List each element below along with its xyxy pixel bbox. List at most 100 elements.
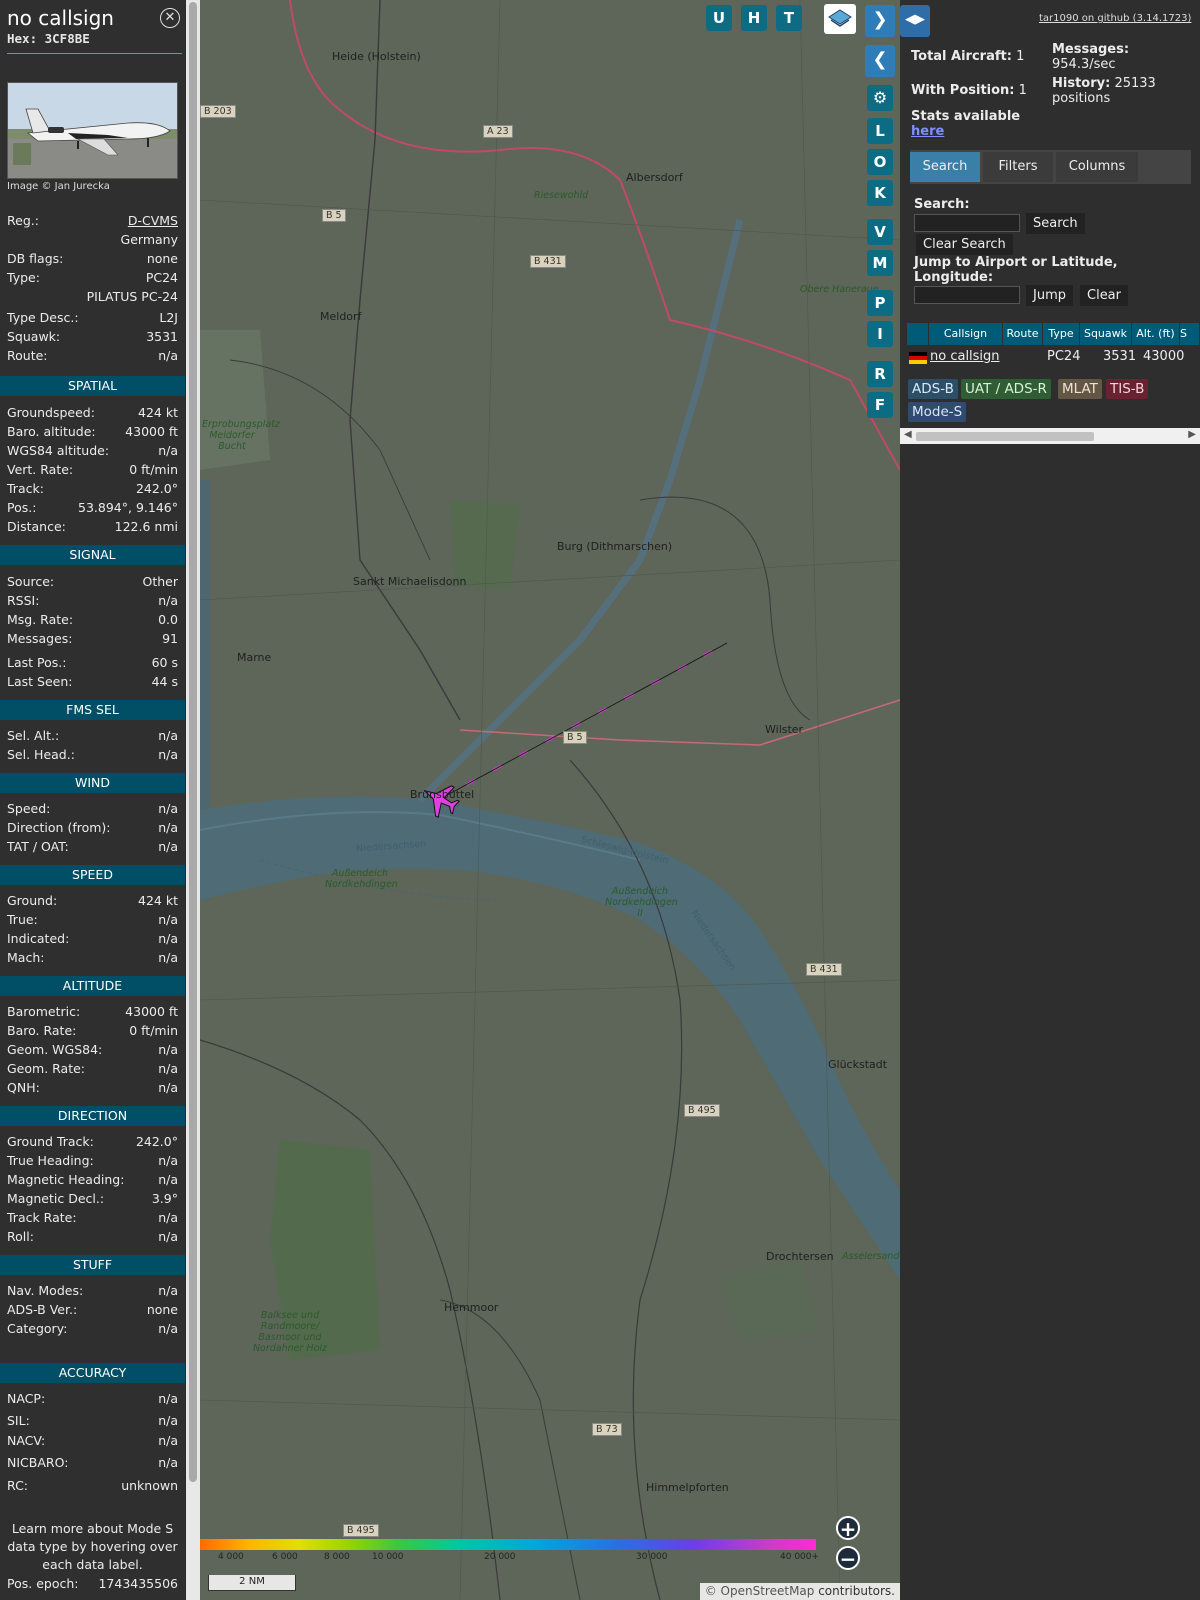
- data-label[interactable]: True:: [7, 911, 38, 929]
- data-label[interactable]: Source:: [7, 573, 54, 591]
- jump-button[interactable]: Jump: [1026, 285, 1073, 306]
- tab-search[interactable]: Search: [910, 152, 980, 182]
- registration-link[interactable]: D-CVMS: [128, 212, 178, 230]
- gear-icon[interactable]: ⚙: [867, 85, 893, 111]
- column-squawk[interactable]: Squawk: [1080, 323, 1132, 345]
- table-scrollbar-thumb[interactable]: [916, 432, 1094, 441]
- expand-sidebar-icon[interactable]: ◀▶: [900, 5, 930, 37]
- data-label[interactable]: Indicated:: [7, 930, 69, 948]
- data-label[interactable]: TAT / OAT:: [7, 838, 69, 856]
- zoom-out-button[interactable]: −: [836, 1546, 860, 1570]
- search-button[interactable]: Search: [1026, 213, 1085, 234]
- column-speed[interactable]: S: [1180, 323, 1200, 345]
- data-label[interactable]: Ground Track:: [7, 1133, 94, 1151]
- data-label[interactable]: Track Rate:: [7, 1209, 77, 1227]
- aircraft-photo[interactable]: [7, 82, 178, 179]
- data-label[interactable]: Distance:: [7, 518, 66, 536]
- tab-columns[interactable]: Columns: [1056, 152, 1138, 182]
- data-label[interactable]: Messages:: [7, 630, 73, 648]
- stats-available: Stats available here: [911, 109, 1020, 139]
- data-label[interactable]: Speed:: [7, 800, 50, 818]
- data-label[interactable]: Roll:: [7, 1228, 34, 1246]
- clear-search-button[interactable]: Clear Search: [916, 234, 1013, 255]
- osm-link[interactable]: © OpenStreetMap: [705, 1584, 815, 1598]
- toggle-m-button[interactable]: M: [867, 250, 893, 276]
- data-label[interactable]: NICBARO:: [7, 1454, 68, 1472]
- data-label[interactable]: Magnetic Decl.:: [7, 1190, 104, 1208]
- data-label[interactable]: Vert. Rate:: [7, 461, 73, 479]
- toggle-i-button[interactable]: I: [867, 321, 893, 347]
- data-label[interactable]: Geom. Rate:: [7, 1060, 85, 1078]
- data-label[interactable]: True Heading:: [7, 1152, 94, 1170]
- data-label[interactable]: QNH:: [7, 1079, 40, 1097]
- toggle-r-button[interactable]: R: [867, 361, 893, 387]
- column-callsign[interactable]: Callsign: [929, 323, 1003, 345]
- row-callsign[interactable]: no callsign: [930, 348, 1000, 366]
- tab-filters[interactable]: Filters: [983, 152, 1053, 182]
- data-label[interactable]: Last Pos.:: [7, 654, 66, 672]
- badge-tisb[interactable]: TIS-B: [1106, 379, 1149, 399]
- data-label[interactable]: Ground:: [7, 892, 57, 910]
- table-horizontal-scrollbar[interactable]: ◀ ▶: [900, 428, 1200, 444]
- chevron-right-icon[interactable]: ❯: [865, 5, 895, 37]
- toggle-k-button[interactable]: K: [867, 180, 893, 206]
- info-panel-scrollbar[interactable]: [186, 0, 200, 1600]
- data-label[interactable]: Baro. altitude:: [7, 423, 96, 441]
- column-altitude[interactable]: Alt. (ft): [1132, 323, 1180, 345]
- data-label[interactable]: Pos.:: [7, 499, 36, 517]
- zoom-in-button[interactable]: +: [836, 1516, 860, 1540]
- layers-button[interactable]: [824, 4, 856, 34]
- close-icon[interactable]: ✕: [160, 8, 180, 28]
- search-input[interactable]: [914, 214, 1020, 232]
- data-label[interactable]: Track:: [7, 480, 44, 498]
- chevron-left-icon[interactable]: ❮: [865, 45, 895, 77]
- info-panel-scrollbar-thumb[interactable]: [189, 2, 197, 1482]
- data-label[interactable]: SIL:: [7, 1412, 30, 1430]
- badge-uat[interactable]: UAT / ADS-R: [961, 379, 1051, 399]
- toggle-p-button[interactable]: P: [867, 290, 893, 316]
- scroll-left-icon[interactable]: ◀: [904, 429, 912, 440]
- data-label[interactable]: Mach:: [7, 949, 44, 967]
- toggle-u-button[interactable]: U: [706, 5, 732, 31]
- data-label[interactable]: Sel. Alt.:: [7, 727, 59, 745]
- toggle-f-button[interactable]: F: [867, 392, 893, 418]
- data-label[interactable]: Sel. Head.:: [7, 746, 75, 764]
- data-label[interactable]: ADS-B Ver.:: [7, 1301, 77, 1319]
- data-label[interactable]: Baro. Rate:: [7, 1022, 76, 1040]
- clear-jump-button[interactable]: Clear: [1080, 285, 1128, 306]
- toggle-v-button[interactable]: V: [867, 219, 893, 245]
- badge-modes[interactable]: Mode-S: [908, 402, 967, 422]
- data-label[interactable]: RSSI:: [7, 592, 39, 610]
- data-label[interactable]: Last Seen:: [7, 673, 72, 691]
- toggle-h-button[interactable]: H: [741, 5, 767, 31]
- toggle-o-button[interactable]: O: [867, 149, 893, 175]
- jump-input[interactable]: [914, 286, 1020, 304]
- column-flag[interactable]: [907, 323, 929, 345]
- column-route[interactable]: Route: [1003, 323, 1043, 345]
- data-label[interactable]: Nav. Modes:: [7, 1282, 83, 1300]
- scroll-right-icon[interactable]: ▶: [1188, 429, 1196, 440]
- data-label[interactable]: Direction (from):: [7, 819, 111, 837]
- toggle-t-button[interactable]: T: [776, 5, 802, 31]
- data-label[interactable]: RC:: [7, 1477, 28, 1495]
- data-row: Distance: 122.6 nmi: [7, 518, 178, 536]
- data-row: Baro. Rate: 0 ft/min: [7, 1022, 178, 1040]
- data-label[interactable]: Groundspeed:: [7, 404, 95, 422]
- github-link[interactable]: tar1090 on github (3.14.1723): [1039, 13, 1191, 24]
- badge-adsb[interactable]: ADS-B: [908, 379, 958, 399]
- data-label[interactable]: NACV:: [7, 1432, 45, 1450]
- badge-mlat[interactable]: MLAT: [1058, 379, 1102, 399]
- data-label[interactable]: Category:: [7, 1320, 67, 1338]
- data-label[interactable]: NACP:: [7, 1390, 45, 1408]
- map-view[interactable]: Heide (Holstein) Albersdorf Meldorf Burg…: [200, 0, 900, 1600]
- data-label[interactable]: Msg. Rate:: [7, 611, 73, 629]
- column-type[interactable]: Type: [1043, 323, 1080, 345]
- toggle-l-button[interactable]: L: [867, 118, 893, 144]
- stats-here-link[interactable]: here: [911, 124, 944, 139]
- data-label[interactable]: WGS84 altitude:: [7, 442, 109, 460]
- altitude-tick: 10 000: [372, 1552, 404, 1562]
- data-label[interactable]: Barometric:: [7, 1003, 80, 1021]
- data-label[interactable]: Magnetic Heading:: [7, 1171, 124, 1189]
- data-row: Groundspeed: 424 kt: [7, 404, 178, 422]
- data-label[interactable]: Geom. WGS84:: [7, 1041, 102, 1059]
